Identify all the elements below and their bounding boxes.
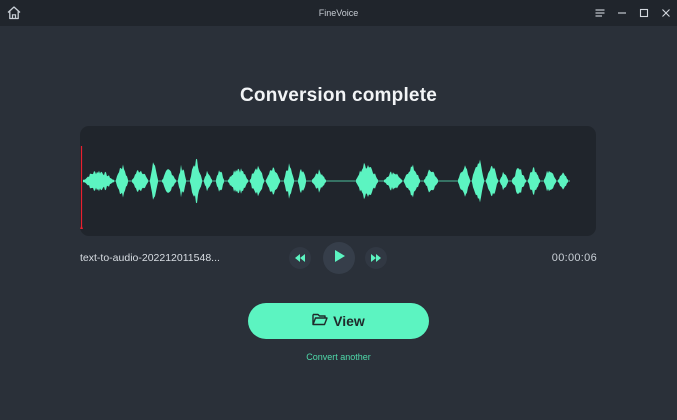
minimize-icon[interactable]: [611, 0, 633, 26]
page-title: Conversion complete: [239, 85, 437, 106]
duration-readout: 00:00:06: [551, 252, 597, 264]
rewind-button[interactable]: [289, 247, 311, 269]
play-icon: [334, 249, 345, 267]
title-bar: FineVoice: [0, 0, 677, 26]
waveform-shape: [83, 158, 568, 204]
close-icon[interactable]: [655, 0, 677, 26]
view-button[interactable]: View: [248, 303, 429, 339]
hamburger-menu-icon[interactable]: [589, 0, 611, 26]
convert-another-link[interactable]: Convert another: [0, 352, 677, 362]
waveform-panel[interactable]: [80, 126, 596, 236]
fast-forward-icon: [371, 249, 381, 267]
window-controls: [589, 0, 677, 26]
view-button-label: View: [333, 313, 365, 329]
window-title: FineVoice: [318, 8, 359, 18]
fast-forward-button[interactable]: [365, 247, 387, 269]
playhead-handle[interactable]: [80, 225, 83, 229]
app-window: FineVoice Conversion complete text-to-au…: [0, 0, 677, 420]
maximize-icon[interactable]: [633, 0, 655, 26]
play-button[interactable]: [323, 242, 355, 274]
waveform[interactable]: [80, 126, 596, 236]
rewind-icon: [295, 249, 305, 267]
file-name: text-to-audio-202212011548...: [80, 252, 220, 264]
folder-open-icon: [312, 312, 328, 331]
